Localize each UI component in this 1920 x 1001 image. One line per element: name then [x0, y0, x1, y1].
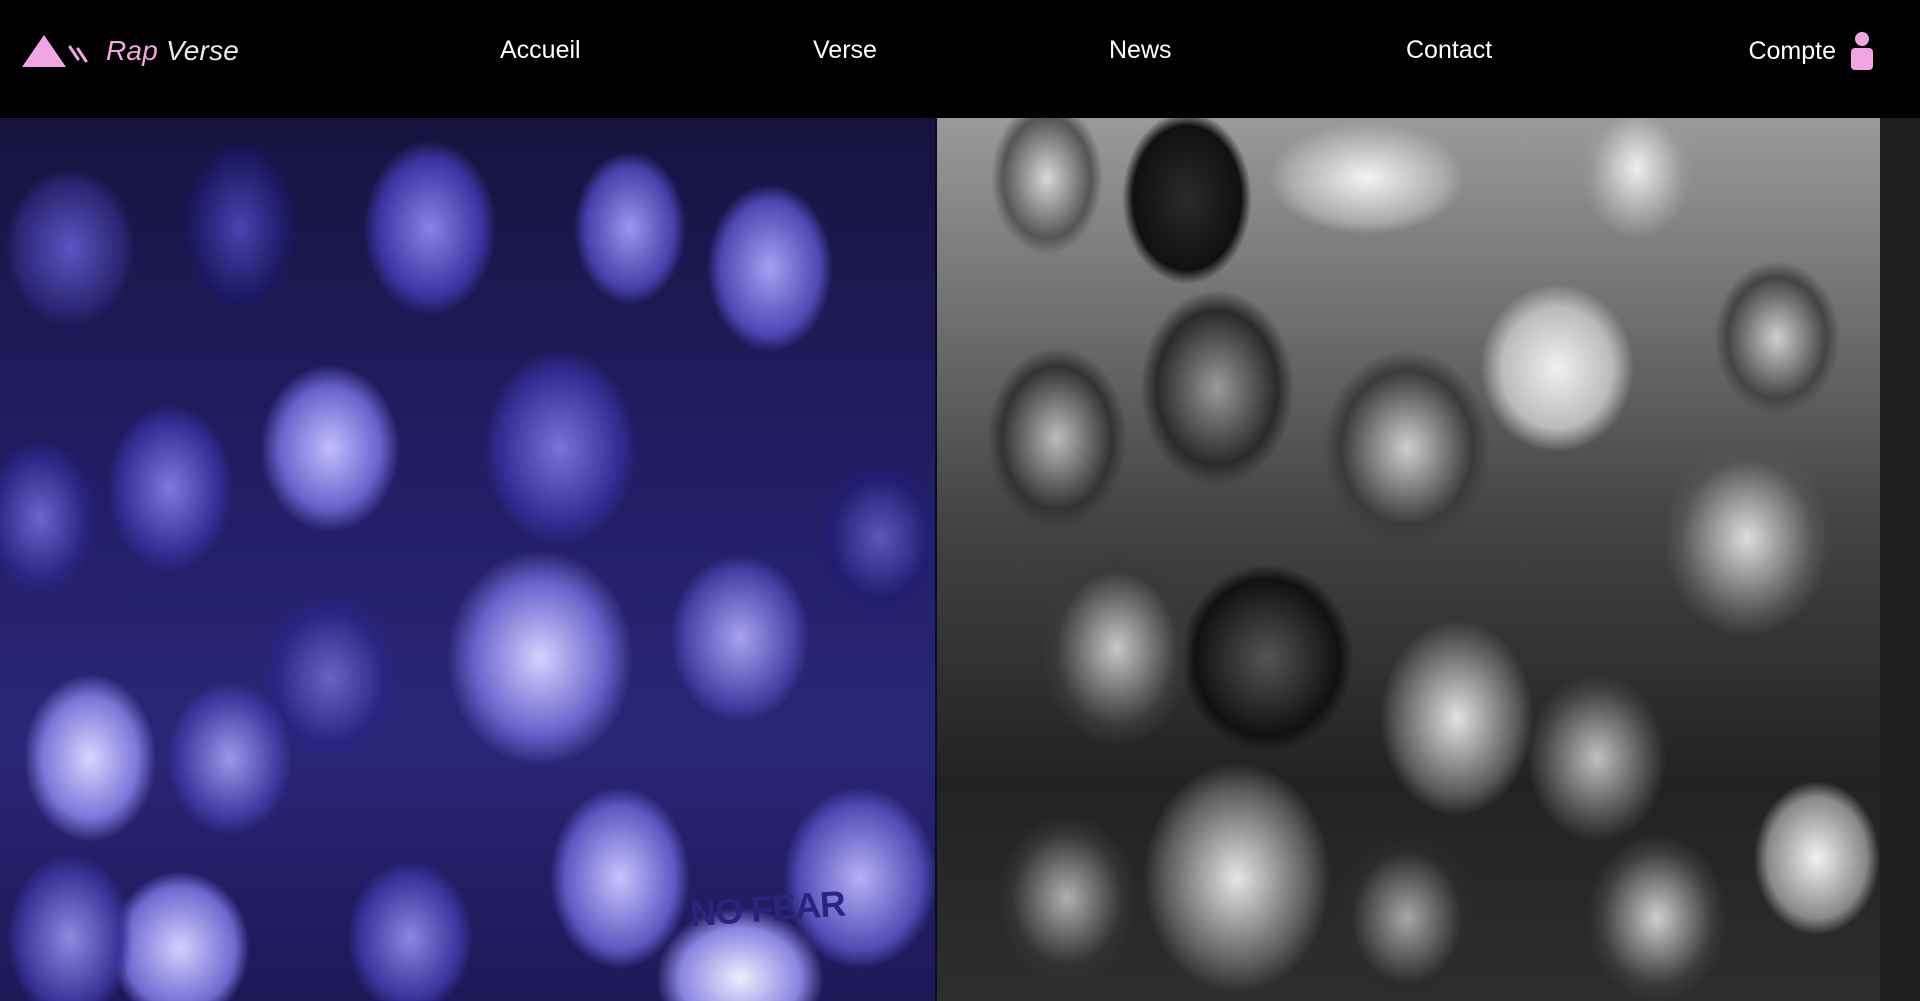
account-label: Compte	[1748, 36, 1836, 65]
brand-name-first: Rap	[106, 35, 158, 66]
nav-contact[interactable]: Contact	[1406, 36, 1492, 65]
collage-french-rappers-image: NO FEAR	[0, 118, 937, 1001]
user-icon	[1850, 31, 1874, 71]
brand-name-rest: Verse	[157, 35, 240, 66]
collage-us-rappers-image	[937, 118, 1880, 1001]
scrollbar-track[interactable]	[1880, 118, 1920, 1001]
brand-name: Rap Verse	[106, 35, 239, 67]
brand-logo-link[interactable]: Rap Verse	[20, 28, 239, 74]
nav-accueil[interactable]: Accueil	[500, 36, 581, 65]
triangle-logo-icon	[20, 31, 92, 71]
nav-verse[interactable]: Verse	[813, 36, 877, 65]
shirt-print-text: NO FEAR	[688, 882, 847, 935]
page: Rap Verse Accueil Verse News Contact Com…	[0, 0, 1920, 1001]
top-navbar: Rap Verse Accueil Verse News Contact Com…	[0, 0, 1920, 118]
nav-news[interactable]: News	[1109, 36, 1172, 65]
hero-collage: NO FEAR	[0, 118, 1920, 1001]
account-button[interactable]: Compte	[1748, 28, 1874, 74]
